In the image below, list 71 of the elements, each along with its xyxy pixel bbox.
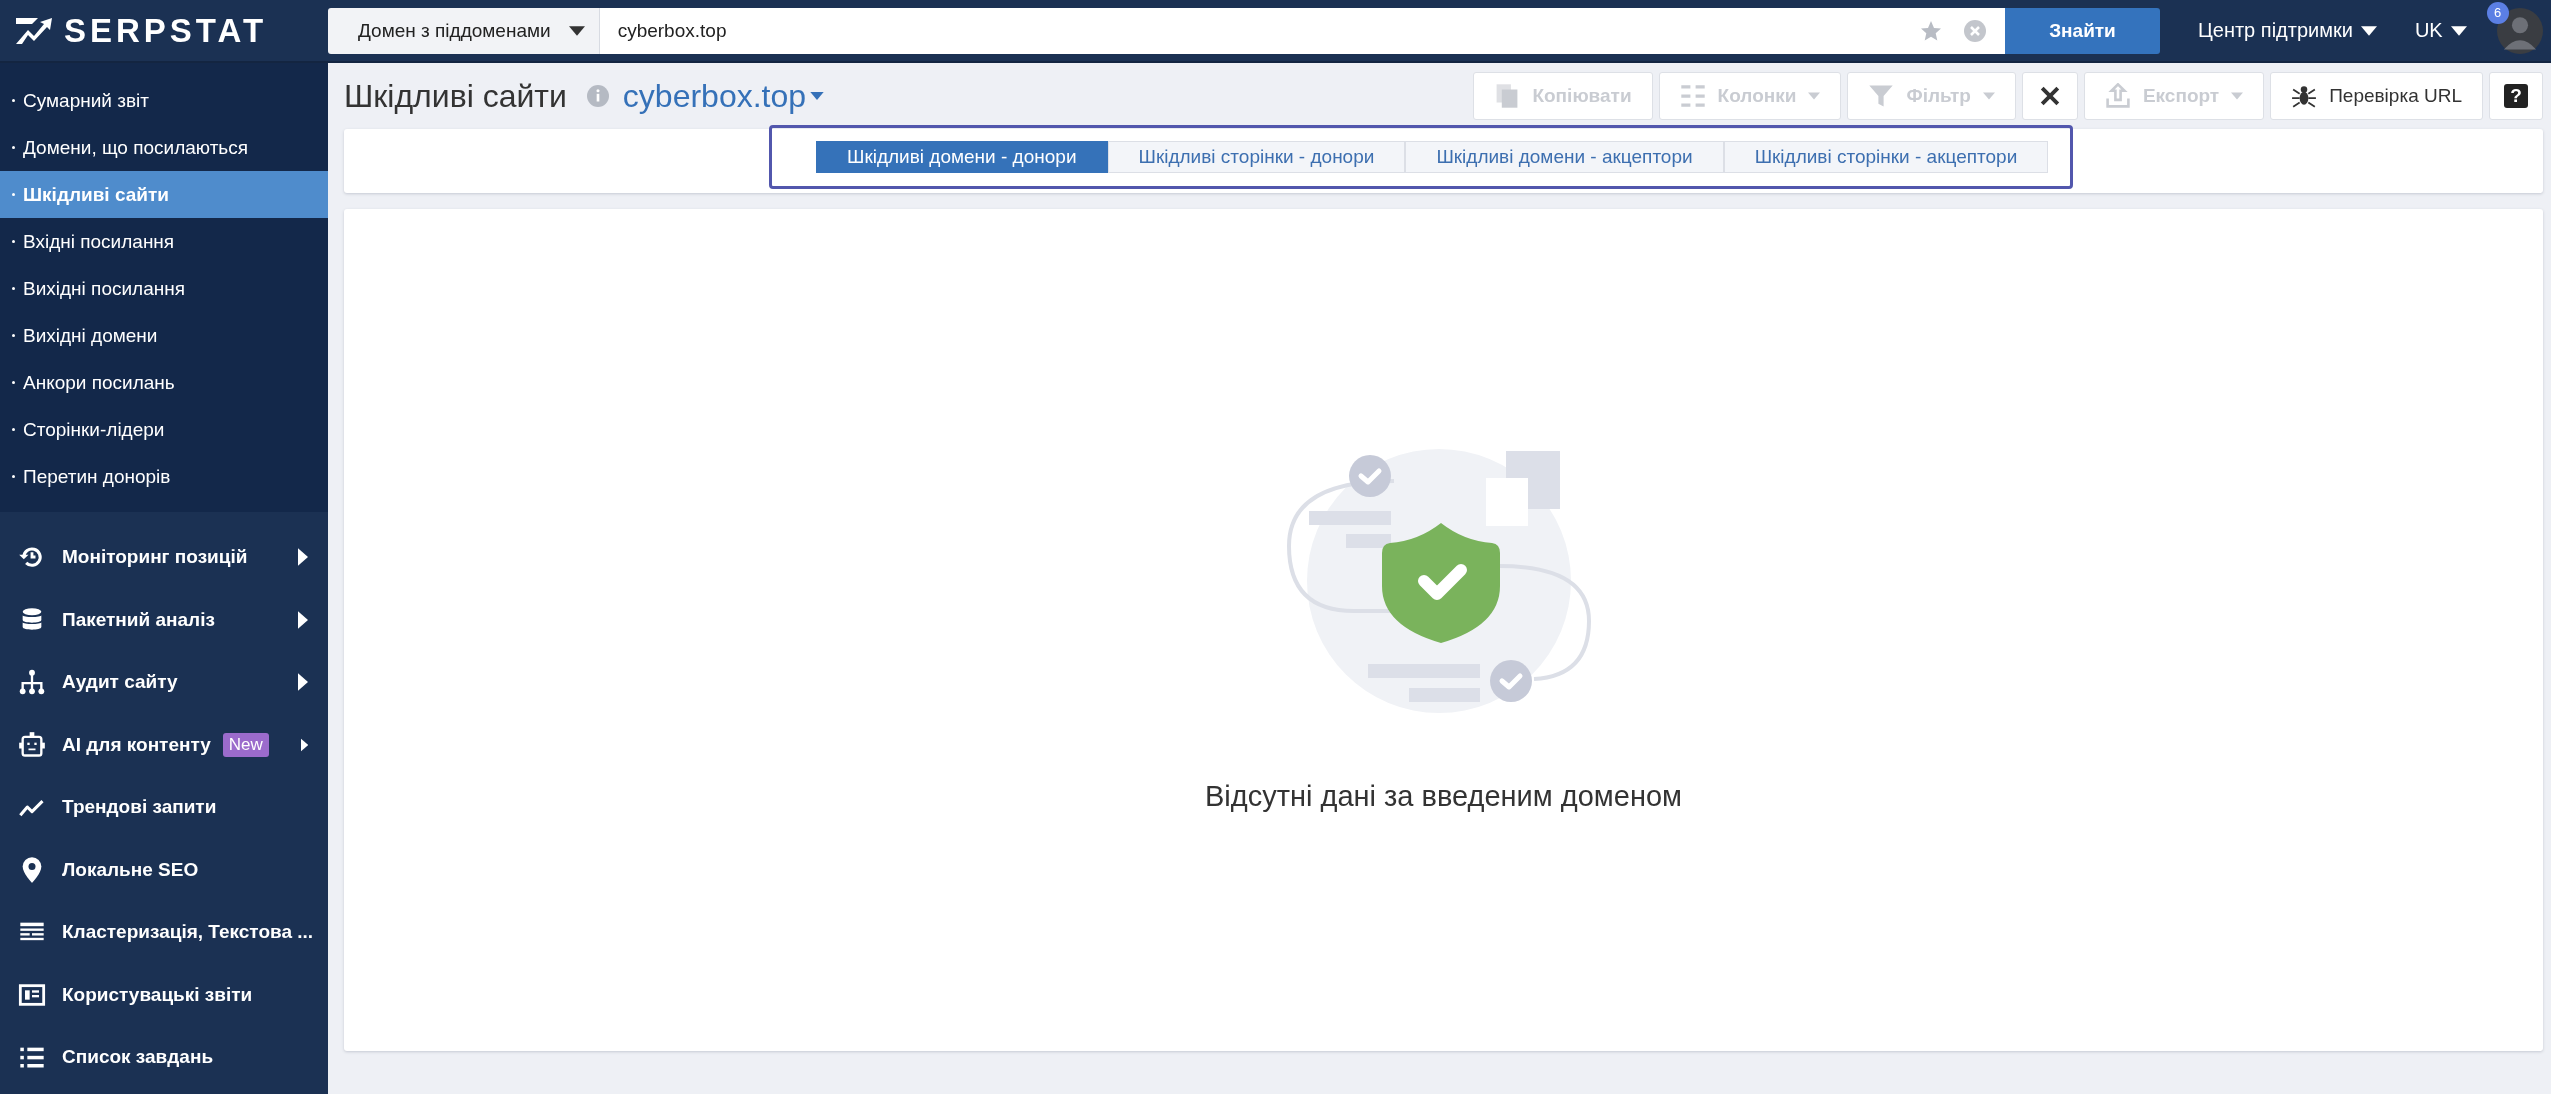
nav-item[interactable]: Аудит сайту [0,651,328,714]
submenu-item[interactable]: Вихідні домени [0,312,328,359]
search-button[interactable]: Знайти [2005,7,2160,54]
caret-icon [568,25,585,36]
logo-icon [14,15,54,46]
nav-item[interactable]: Список завдань [0,1026,328,1089]
bullet-icon [12,287,15,290]
tab[interactable]: Шкідливі домени - донори [816,141,1108,173]
caret-icon [2450,25,2467,36]
tab[interactable]: Шкідливі сторінки - донори [1107,141,1406,173]
support-menu[interactable]: Центр підтримки [2198,19,2377,42]
nav-item[interactable]: Пакетний аналіз [0,588,328,651]
check-button[interactable]: Перевірка URL [2270,72,2483,120]
notification-badge: 6 [2486,1,2509,24]
nav-item[interactable]: Локальне SEO [0,838,328,901]
nav-label: Список завдань [62,1046,214,1069]
help-button[interactable]: ? [2489,72,2543,120]
empty-message: Відсутні дані за введеним доменом [1205,780,1682,813]
submenu-item[interactable]: Сумарний звіт [0,77,328,124]
logo-text: SERPSTAT [64,11,268,50]
filter-icon [1868,83,1895,109]
robot-icon [18,730,46,759]
bullet-icon [12,193,15,196]
bullet-icon [12,146,15,149]
language-menu[interactable]: UK [2414,19,2467,42]
sitemap-icon [18,668,46,697]
submenu-item[interactable]: Сторінки-лідери [0,406,328,453]
upload-icon [2104,83,2131,109]
nav-item[interactable]: Трендові запити [0,776,328,839]
caret-icon [2231,92,2244,100]
nav-item[interactable]: Кластеризація, Текстова ... [0,901,328,964]
submenu-item[interactable]: Домени, що посилаються [0,124,328,171]
bullet-icon [12,381,15,384]
columns-icon [1679,83,1706,109]
submenu-item[interactable]: Вихідні посилання [0,265,328,312]
nav-label: Аудит сайту [62,671,178,694]
tab[interactable]: Шкідливі домени - акцептори [1405,141,1724,173]
bullet-icon [12,334,15,337]
bullet-icon [12,240,15,243]
bullet-icon [12,428,15,431]
nav-label: Моніторинг позицій [62,546,248,569]
nav-label: Пакетний аналіз [62,608,215,631]
nav-label: Кластеризація, Текстова ... [62,921,314,944]
caret-icon [1808,92,1821,100]
nav-item[interactable]: Моніторинг позицій [0,526,328,589]
bullet-icon [12,99,15,102]
nav-item[interactable]: Користувацькі звіти [0,963,328,1026]
submenu-item[interactable]: Анкори посилань [0,359,328,406]
new-badge: New [222,732,269,757]
nav-label: AI для контенту [62,733,211,756]
avatar[interactable] [2496,7,2543,54]
submenu-item[interactable]: Шкідливі сайти [0,171,328,218]
clear-button[interactable] [2021,72,2078,120]
submenu-item[interactable]: Перетин донорів [0,453,328,500]
submenu-item[interactable]: Вхідні посилання [0,218,328,265]
nav-item[interactable]: AI для контенту New [0,713,328,776]
search-field[interactable]: cyberbox.top [599,7,2005,54]
nav-label: Локальне SEO [62,858,199,881]
caret-icon [810,92,825,100]
info-icon[interactable] [586,85,609,107]
nav-label: Користувацькі звіти [62,983,253,1006]
bullet-icon [12,475,15,478]
caret-icon [2360,25,2377,36]
nav-label: Трендові запити [62,796,217,819]
clear-icon[interactable] [1963,18,1987,43]
scope-dropdown[interactable]: Домен з піддоменами [328,7,600,54]
domain-dropdown[interactable]: cyberbox.top [622,77,825,115]
caret-icon [1982,92,1995,100]
page-title: Шкідливі сайти [344,77,567,115]
spider-icon [2291,83,2318,109]
tab[interactable]: Шкідливі сторінки - акцептори [1723,141,2049,173]
